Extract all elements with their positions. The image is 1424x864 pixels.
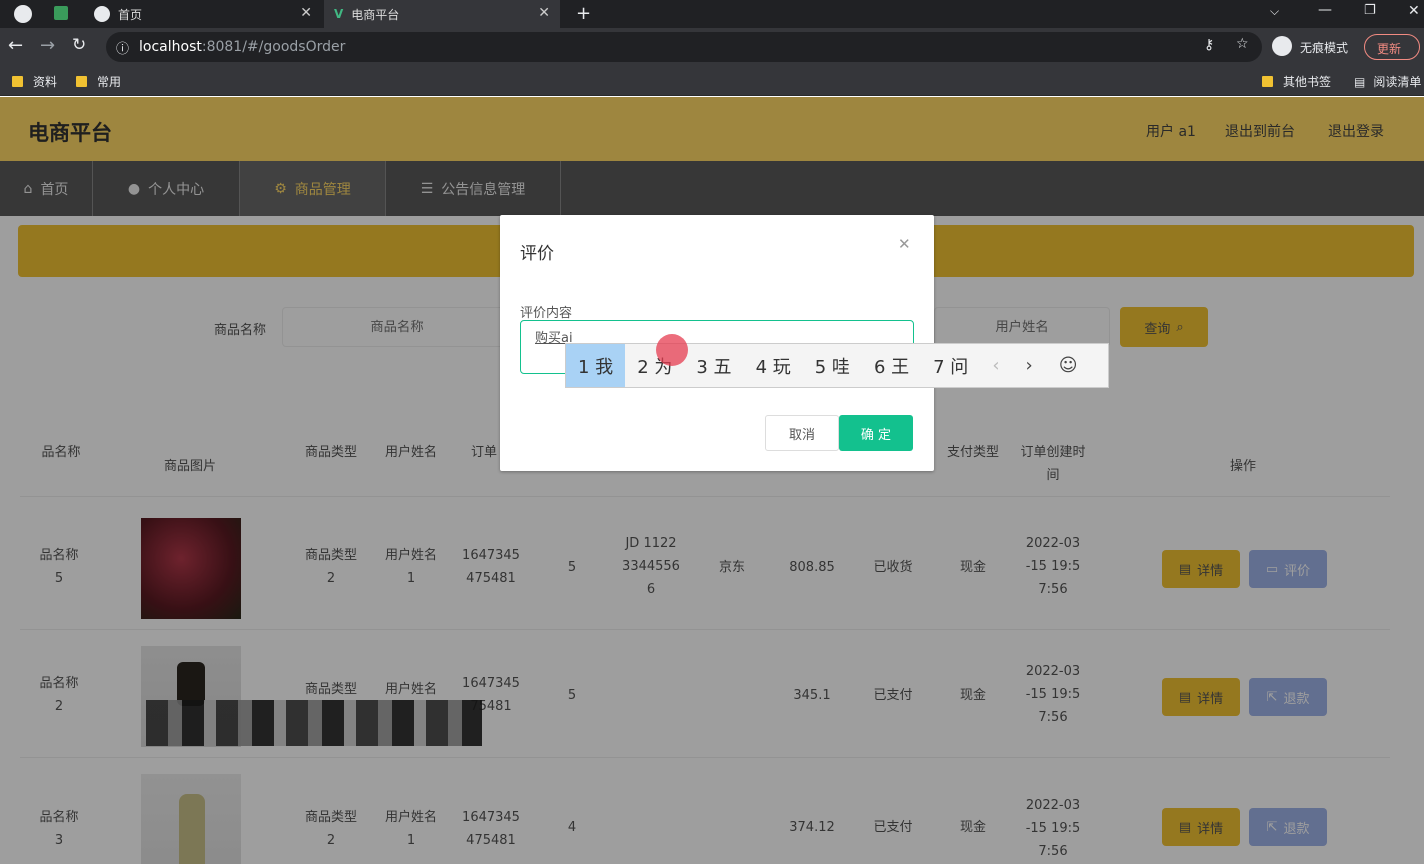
bookmark-folder[interactable]: 资料 — [12, 73, 57, 90]
incognito-label: 无痕模式 — [1300, 41, 1349, 55]
ime-candidate[interactable]: 1 我 — [566, 344, 626, 387]
cancel-button[interactable]: 取消 — [765, 415, 839, 451]
new-tab-button[interactable]: + — [576, 3, 591, 24]
chevron-right-icon[interactable]: › — [1026, 355, 1033, 376]
folder-icon — [76, 76, 87, 87]
address-bar[interactable]: ⓘ localhost:8081/#/goodsOrder ⚷ ☆ — [106, 32, 1262, 62]
incognito-icon[interactable] — [1272, 36, 1292, 56]
tab-ecommerce[interactable]: V 电商平台 ✕ — [324, 0, 560, 28]
review-content-label: 评价内容 — [520, 306, 573, 321]
tab-search-icon[interactable]: ⌵ — [1270, 4, 1279, 19]
close-icon[interactable]: ✕ — [300, 5, 312, 21]
ime-candidate[interactable]: 6 王 — [862, 344, 921, 387]
folder-icon — [12, 76, 23, 87]
bookmark-folder[interactable]: 常用 — [76, 73, 121, 90]
click-indicator — [656, 334, 688, 366]
ime-candidate[interactable]: 7 问 — [921, 344, 980, 387]
bookmark-folder[interactable]: 其他书签 — [1262, 73, 1331, 90]
ime-candidate-bar: 1 我 2 为 3 五 4 玩 5 哇 6 王 7 问 ‹ › ☺ — [565, 343, 1109, 388]
minimize-icon[interactable]: — — [1318, 2, 1332, 18]
folder-icon — [1262, 76, 1273, 87]
close-window-icon[interactable]: ✕ — [1408, 3, 1420, 19]
ime-candidate[interactable]: 5 哇 — [803, 344, 862, 387]
star-icon[interactable]: ☆ — [1236, 36, 1249, 52]
bookmarks-bar: 资料 常用 其他书签 ▤ 阅读清单 — [0, 66, 1424, 96]
browser-toolbar: ← → ↻ ⓘ localhost:8081/#/goodsOrder ⚷ ☆ … — [0, 28, 1424, 66]
extension-icon[interactable] — [54, 6, 68, 20]
close-icon[interactable]: ✕ — [538, 5, 550, 21]
forward-icon[interactable]: → — [40, 35, 55, 56]
emoji-icon[interactable]: ☺ — [1059, 355, 1078, 376]
update-button[interactable]: 更新 — [1364, 34, 1420, 60]
vue-icon: V — [334, 7, 344, 21]
ime-candidate[interactable]: 3 五 — [684, 344, 743, 387]
tab-home[interactable]: 首页 ✕ — [86, 0, 322, 28]
reading-list[interactable]: ▤ 阅读清单 — [1354, 73, 1421, 90]
globe-icon — [94, 6, 110, 22]
confirm-button[interactable]: 确 定 — [839, 415, 913, 451]
close-icon[interactable]: ✕ — [898, 235, 911, 253]
reload-icon[interactable]: ↻ — [72, 35, 86, 55]
key-icon[interactable]: ⚷ — [1204, 37, 1214, 53]
dialog-title: 评价 — [520, 244, 554, 264]
ime-candidate[interactable]: 4 玩 — [744, 344, 803, 387]
back-icon[interactable]: ← — [8, 35, 23, 56]
chrome-menu-icon[interactable] — [14, 5, 32, 23]
chevron-left-icon[interactable]: ‹ — [992, 355, 999, 376]
info-icon: ⓘ — [116, 41, 130, 57]
restore-icon[interactable]: ❐ — [1364, 3, 1376, 18]
modal-overlay[interactable] — [0, 97, 1424, 864]
browser-tabstrip: 首页 ✕ V 电商平台 ✕ + ⌵ — ❐ ✕ — [0, 0, 1424, 28]
reading-list-icon: ▤ — [1354, 74, 1366, 89]
